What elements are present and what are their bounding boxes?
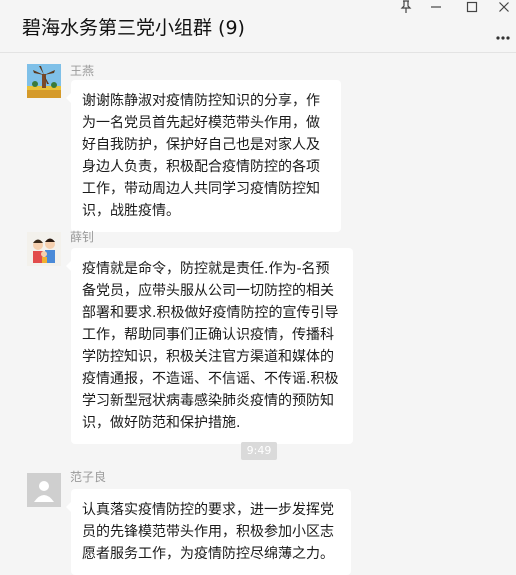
- avatar[interactable]: [27, 473, 61, 507]
- title-bar: 碧海水务第三党小组群 (9): [0, 0, 516, 53]
- message-bubble[interactable]: 认真落实疫情防控的要求，进一步发挥党员的先锋模范带头作用，积极参加小区志愿者服务…: [66, 489, 351, 575]
- close-icon[interactable]: [494, 0, 514, 16]
- avatar[interactable]: [27, 232, 61, 266]
- sender-name: 王燕: [70, 64, 95, 78]
- minimize-icon[interactable]: [426, 0, 446, 16]
- maximize-icon[interactable]: [462, 0, 482, 16]
- message-bubble[interactable]: 谢谢陈静淑对疫情防控知识的分享，作为一名党员首先起好模范带头作用，做好自我防护，…: [66, 80, 341, 232]
- timestamp-divider: 9:49: [241, 442, 277, 460]
- avatar[interactable]: [27, 64, 61, 98]
- sender-name: 范子良: [70, 470, 107, 484]
- sender-name: 薛钊: [70, 230, 95, 244]
- more-icon[interactable]: [496, 24, 510, 45]
- message-bubble[interactable]: 疫情就是命令，防控就是责任.作为-名预备党员，应带头服从公司一切防控的相关部署和…: [66, 248, 353, 444]
- chat-title: 碧海水务第三党小组群 (9): [22, 17, 245, 39]
- pin-icon[interactable]: [396, 0, 416, 16]
